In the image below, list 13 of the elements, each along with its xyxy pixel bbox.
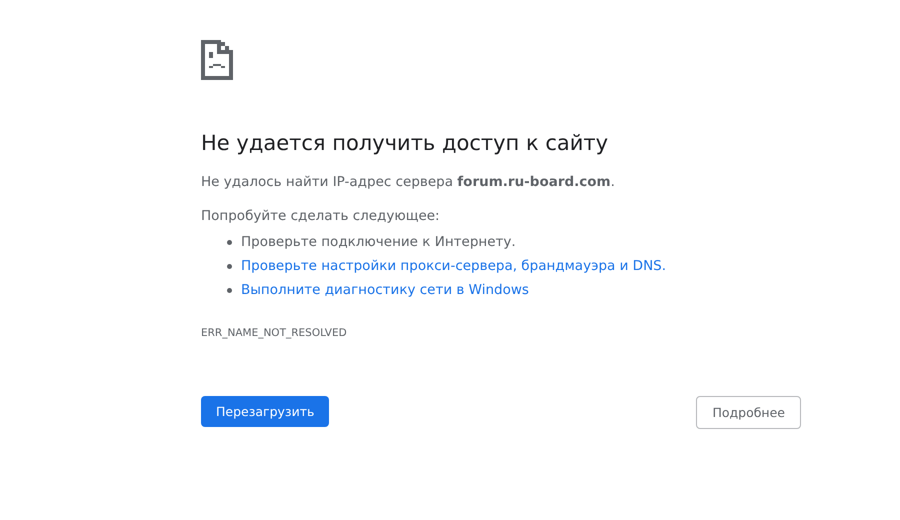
suggestion-text: Проверьте подключение к Интернету.: [241, 234, 516, 250]
reload-button[interactable]: Перезагрузить: [201, 396, 330, 427]
suggestion-link[interactable]: Проверьте настройки прокси-сервера, брандмауэра и DNS.: [241, 258, 666, 274]
details-button[interactable]: Подробнее: [696, 396, 801, 429]
bullet-icon: [227, 264, 232, 268]
error-title: Не удается получить доступ к сайту: [201, 130, 608, 157]
bullet-icon: [227, 288, 232, 292]
suggestions-heading: Попробуйте сделать следующее:: [201, 207, 440, 226]
error-code: ERR_NAME_NOT_RESOLVED: [201, 326, 347, 340]
sad-page-icon: [201, 40, 233, 80]
bullet-icon: [227, 240, 232, 244]
error-message: Не удалось найти IP-адрес сервера forum.ru-board.com.: [201, 173, 615, 192]
suggestion-link[interactable]: Выполните диагностику сети в Windows: [241, 282, 529, 298]
